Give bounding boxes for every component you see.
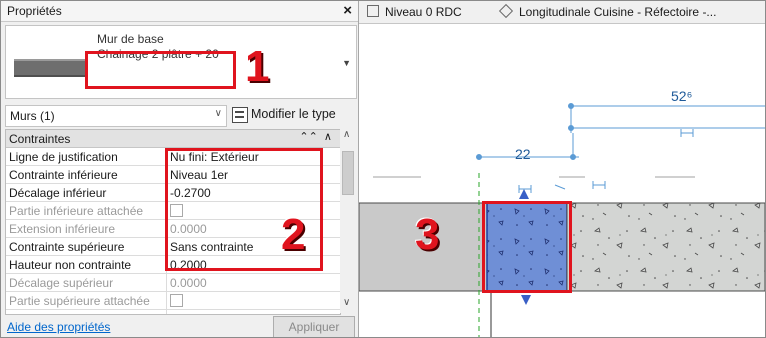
property-row: Partie supérieure attachée <box>6 292 340 310</box>
dimension-22[interactable] <box>476 133 606 193</box>
property-name: Partie inférieure attachée <box>9 204 144 218</box>
property-value: 0.0000 <box>170 276 207 290</box>
collapse-icon[interactable]: ⌃⌃ ∧ <box>299 130 332 143</box>
property-name: Extension inférieure <box>9 222 116 236</box>
chevron-down-icon[interactable]: ▼ <box>342 58 351 68</box>
instance-filter-label: Murs (1) <box>10 109 55 123</box>
instance-row: Murs (1) ∨ Modifier le type <box>5 105 355 127</box>
property-row: Extension supérieure 0.0000 <box>6 310 340 314</box>
wall-type-thumbnail <box>14 59 86 77</box>
view-tabs: Niveau 0 RDC Longitudinale Cuisine - Réf… <box>359 1 765 24</box>
property-name: Partie supérieure attachée <box>9 294 150 308</box>
close-icon[interactable]: × <box>343 2 352 19</box>
floor-plan-icon <box>367 5 379 17</box>
tab-label: Longitudinale Cuisine - Réfectoire -... <box>519 5 717 19</box>
vertical-scrollbar[interactable]: ∧ ∨ <box>340 129 355 313</box>
scroll-up-icon[interactable]: ∧ <box>343 129 350 140</box>
properties-help-link[interactable]: Aide des propriétés <box>7 320 110 334</box>
property-checkbox <box>170 294 183 307</box>
property-name: Extension supérieure <box>9 312 161 314</box>
shape-handle-down-icon[interactable] <box>521 295 531 305</box>
tab-label: Niveau 0 RDC <box>385 5 462 19</box>
dimension-text-52[interactable]: 52⁶ <box>671 88 692 104</box>
callout-box-3 <box>482 201 572 293</box>
edit-type-label: Modifier le type <box>251 107 336 121</box>
property-value-field: 0.0000 <box>166 274 339 291</box>
property-value-field: 0.0000 <box>166 310 339 314</box>
chevron-down-icon: ∨ <box>214 108 222 119</box>
shape-handle-up-icon[interactable] <box>519 189 529 199</box>
properties-title: Propriétés <box>7 4 62 18</box>
app-window: Propriétés × Mur de base Chainage 2 plât… <box>0 0 766 338</box>
apply-button[interactable]: Appliquer <box>273 316 355 337</box>
property-name: Décalage inférieur <box>9 186 107 200</box>
type-family-name: Mur de base <box>97 32 164 46</box>
property-name: Hauteur non contrainte <box>9 258 132 272</box>
instance-filter-dropdown[interactable]: Murs (1) ∨ <box>5 105 227 127</box>
tab-niveau-0[interactable]: Niveau 0 RDC <box>367 5 462 19</box>
property-value-field <box>166 292 339 309</box>
callout-number-1: 1 <box>245 42 270 91</box>
property-value: 0.0000 <box>170 312 207 314</box>
edit-type-icon <box>232 107 248 123</box>
property-row: Décalage supérieur 0.0000 <box>6 274 340 292</box>
property-name: Contrainte supérieure <box>9 240 125 254</box>
scroll-down-icon[interactable]: ∨ <box>343 297 350 308</box>
section-header-constraints[interactable]: Contraintes ⌃⌃ ∧ <box>6 130 340 148</box>
section-label: Contraintes <box>9 132 71 146</box>
callout-number-3: 3 <box>415 210 440 259</box>
property-name: Contrainte inférieure <box>9 168 118 182</box>
dimension-52[interactable] <box>568 103 766 138</box>
properties-titlebar: Propriétés × <box>1 1 358 22</box>
property-name: Ligne de justification <box>9 150 118 164</box>
section-view-icon <box>498 3 514 19</box>
callout-number-2: 2 <box>281 210 306 259</box>
concrete-floor[interactable] <box>566 202 765 292</box>
dimension-text-22[interactable]: 22 <box>515 146 531 162</box>
tab-section-cuisine[interactable]: Longitudinale Cuisine - Réfectoire -... <box>498 3 717 19</box>
callout-box-1 <box>85 51 236 89</box>
scroll-thumb[interactable] <box>342 151 354 195</box>
property-name: Décalage supérieur <box>9 276 114 290</box>
